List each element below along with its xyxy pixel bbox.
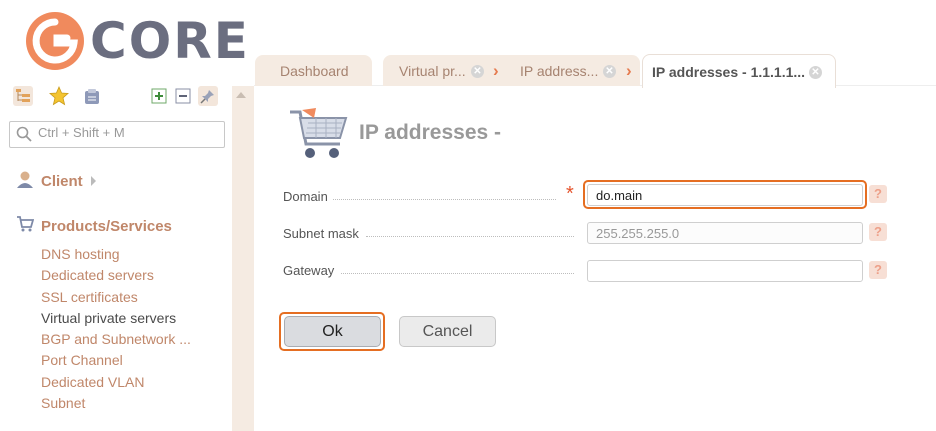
help-icon[interactable]: ? [869, 223, 887, 241]
expand-all-icon[interactable] [149, 86, 169, 106]
search-input[interactable] [38, 125, 218, 140]
sidebar-scrollbar[interactable] [232, 86, 254, 431]
cancel-button[interactable]: Cancel [399, 316, 496, 347]
help-icon[interactable]: ? [869, 261, 887, 279]
tab-ip-address-label[interactable]: IP address... [520, 63, 598, 79]
field-label-subnet-mask: Subnet mask [283, 226, 359, 241]
gateway-field[interactable] [587, 260, 863, 282]
label-leader [333, 199, 556, 200]
menu-search-box[interactable] [9, 121, 225, 148]
help-icon[interactable]: ? [869, 185, 887, 203]
sidebar-group-products-services[interactable]: Products/Services [41, 218, 172, 235]
cart-icon [290, 108, 348, 158]
label-leader [341, 273, 574, 274]
required-marker: * [566, 183, 574, 205]
field-label-gateway: Gateway [283, 263, 335, 278]
tab-label: IP addresses - 1.1.1.1... [652, 64, 806, 80]
domain-field[interactable] [587, 184, 863, 206]
tab-breadcrumb-group: Virtual pr... ✕ › IP address... ✕ › [383, 55, 640, 86]
sidebar-item-bgp-and-subnetwork[interactable]: BGP and Subnetwork ... [41, 331, 191, 347]
sidebar-item-dedicated-vlan[interactable]: Dedicated VLAN [41, 374, 145, 390]
sidebar-group-client[interactable]: Client [41, 173, 83, 190]
close-icon[interactable]: ✕ [603, 65, 616, 78]
tab-dashboard[interactable]: Dashboard [255, 55, 372, 86]
chevron-right-icon[interactable] [91, 176, 96, 186]
field-label-domain: Domain [283, 189, 328, 204]
tree-view-icon[interactable] [13, 86, 33, 106]
chevron-right-icon: › [626, 61, 632, 80]
tab-virtual-private-label[interactable]: Virtual pr... [399, 63, 466, 79]
scroll-up-icon[interactable] [236, 92, 246, 98]
label-leader [366, 236, 574, 237]
ok-button[interactable]: Ok [284, 316, 381, 347]
sidebar-item-virtual-private-servers[interactable]: Virtual private servers [41, 310, 176, 326]
sidebar-item-subnet[interactable]: Subnet [41, 395, 85, 411]
pin-icon[interactable] [198, 86, 218, 106]
tab-ip-addresses-active[interactable]: IP addresses - 1.1.1.1... ✕ [642, 54, 836, 88]
close-icon[interactable]: ✕ [809, 66, 822, 79]
clipboard-icon[interactable] [82, 86, 102, 106]
sidebar-item-port-channel[interactable]: Port Channel [41, 352, 123, 368]
chevron-right-icon: › [493, 61, 499, 80]
star-icon[interactable] [49, 86, 69, 106]
page-title: IP addresses - [359, 121, 502, 144]
search-icon [16, 126, 32, 142]
sidebar-item-dedicated-servers[interactable]: Dedicated servers [41, 267, 154, 283]
collapse-all-icon[interactable] [173, 86, 193, 106]
subnet-mask-field[interactable] [587, 222, 863, 244]
cart-icon [17, 216, 34, 232]
tab-label: Dashboard [280, 63, 349, 79]
sidebar-item-ssl-certificates[interactable]: SSL certificates [41, 289, 138, 305]
client-icon [17, 171, 33, 188]
sidebar-item-dns-hosting[interactable]: DNS hosting [41, 246, 120, 262]
brand-name: CORE [90, 12, 250, 70]
close-icon[interactable]: ✕ [471, 65, 484, 78]
